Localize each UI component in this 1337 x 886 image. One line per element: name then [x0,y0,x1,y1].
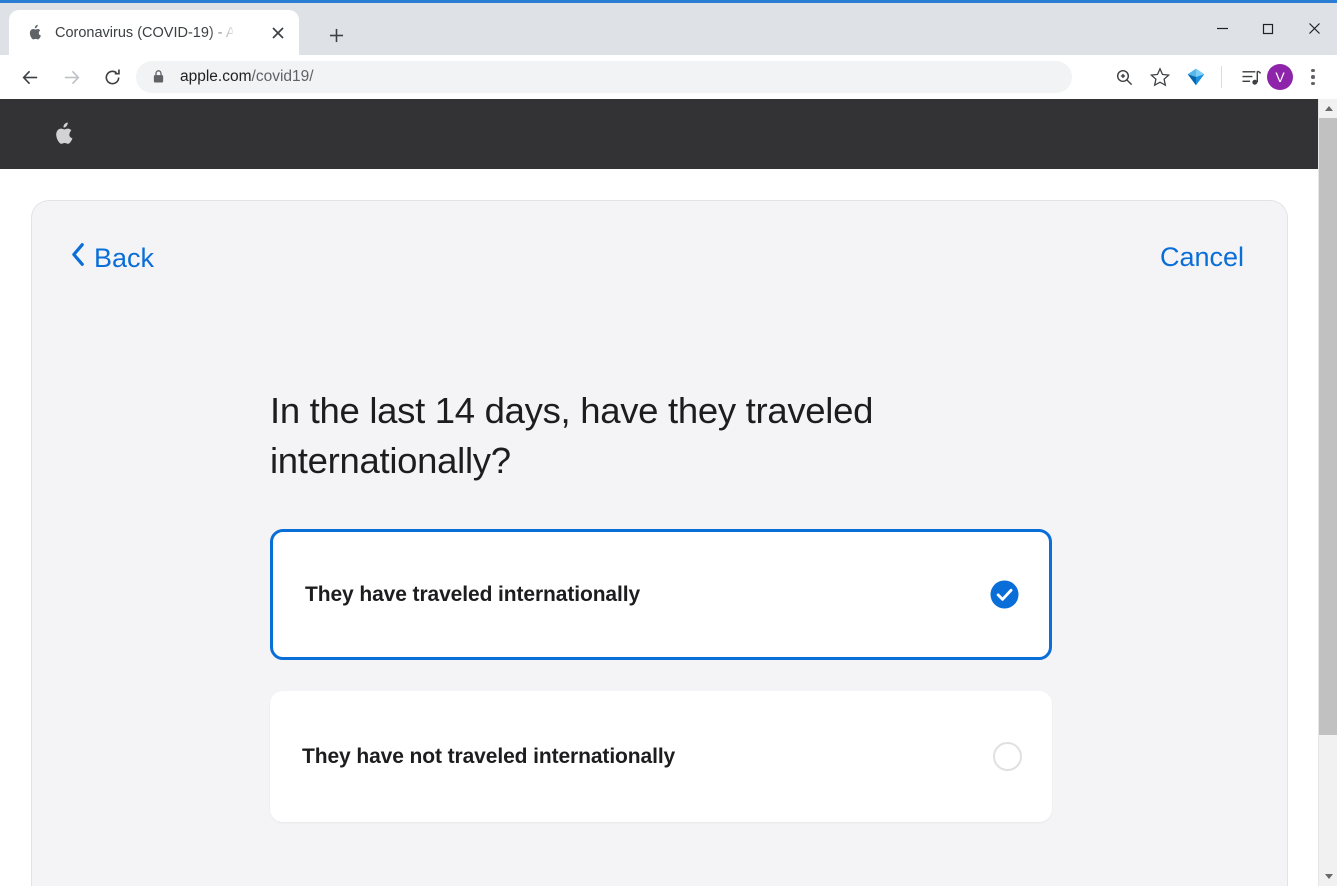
reload-icon[interactable] [94,59,130,95]
form-topbar: Back Cancel [32,242,1287,284]
cancel-button[interactable]: Cancel [1160,242,1244,273]
browser-window: Coronavirus (COVID-19) - Apple [0,0,1337,886]
site-header [0,99,1318,169]
media-playlist-icon[interactable] [1235,61,1267,93]
arrow-left-icon[interactable] [12,59,48,95]
page-viewport: Back Cancel In the last 14 days, have th… [0,99,1318,886]
minimize-button[interactable] [1199,6,1245,51]
lock-icon [152,69,166,85]
page-scrollbar[interactable] [1318,99,1337,886]
back-label: Back [94,242,155,273]
window-controls [1199,6,1337,51]
check-circle-filled-icon [990,580,1019,609]
avatar-initial: V [1275,69,1285,85]
screening-form-card: Back Cancel In the last 14 days, have th… [31,200,1288,886]
option-label: They have traveled internationally [305,582,641,606]
tab-strip: Coronavirus (COVID-19) - Apple [0,3,1337,55]
new-tab-button[interactable] [322,21,350,49]
zoom-search-icon[interactable] [1108,61,1140,93]
scroll-down-arrow-icon[interactable] [1319,867,1337,886]
three-dot-menu-icon[interactable] [1299,61,1327,93]
option-traveled[interactable]: They have traveled internationally [270,529,1052,660]
apple-logo-icon[interactable] [52,121,74,148]
url-text: apple.com/covid19/ [180,68,314,86]
question-heading: In the last 14 days, have they traveled … [270,390,874,482]
scrollbar-thumb[interactable] [1319,118,1337,735]
options-group: They have traveled internationally They … [270,529,1052,822]
avatar[interactable]: V [1267,64,1293,90]
option-label: They have not traveled internationally [302,744,676,768]
close-icon[interactable] [269,24,287,42]
browser-tab[interactable]: Coronavirus (COVID-19) - Apple [9,10,299,55]
url-path: /covid19/ [251,68,314,85]
address-bar[interactable]: apple.com/covid19/ [136,61,1072,93]
star-icon[interactable] [1144,61,1176,93]
maximize-button[interactable] [1245,6,1291,51]
toolbar-divider [1221,66,1222,88]
toolbar-actions: V [1104,61,1327,93]
back-button[interactable]: Back [71,242,154,274]
radio-empty-icon [993,742,1022,771]
cancel-label: Cancel [1159,242,1244,272]
scroll-up-arrow-icon[interactable] [1319,99,1337,118]
close-window-button[interactable] [1291,6,1337,51]
url-host: apple.com [180,68,252,85]
chevron-left-icon [71,242,86,274]
diamond-extension-icon[interactable] [1180,61,1212,93]
arrow-right-icon [53,59,89,95]
tab-title: Coronavirus (COVID-19) - Apple [55,24,233,41]
apple-logo-icon [25,23,43,43]
option-not-traveled[interactable]: They have not traveled internationally [270,691,1052,822]
